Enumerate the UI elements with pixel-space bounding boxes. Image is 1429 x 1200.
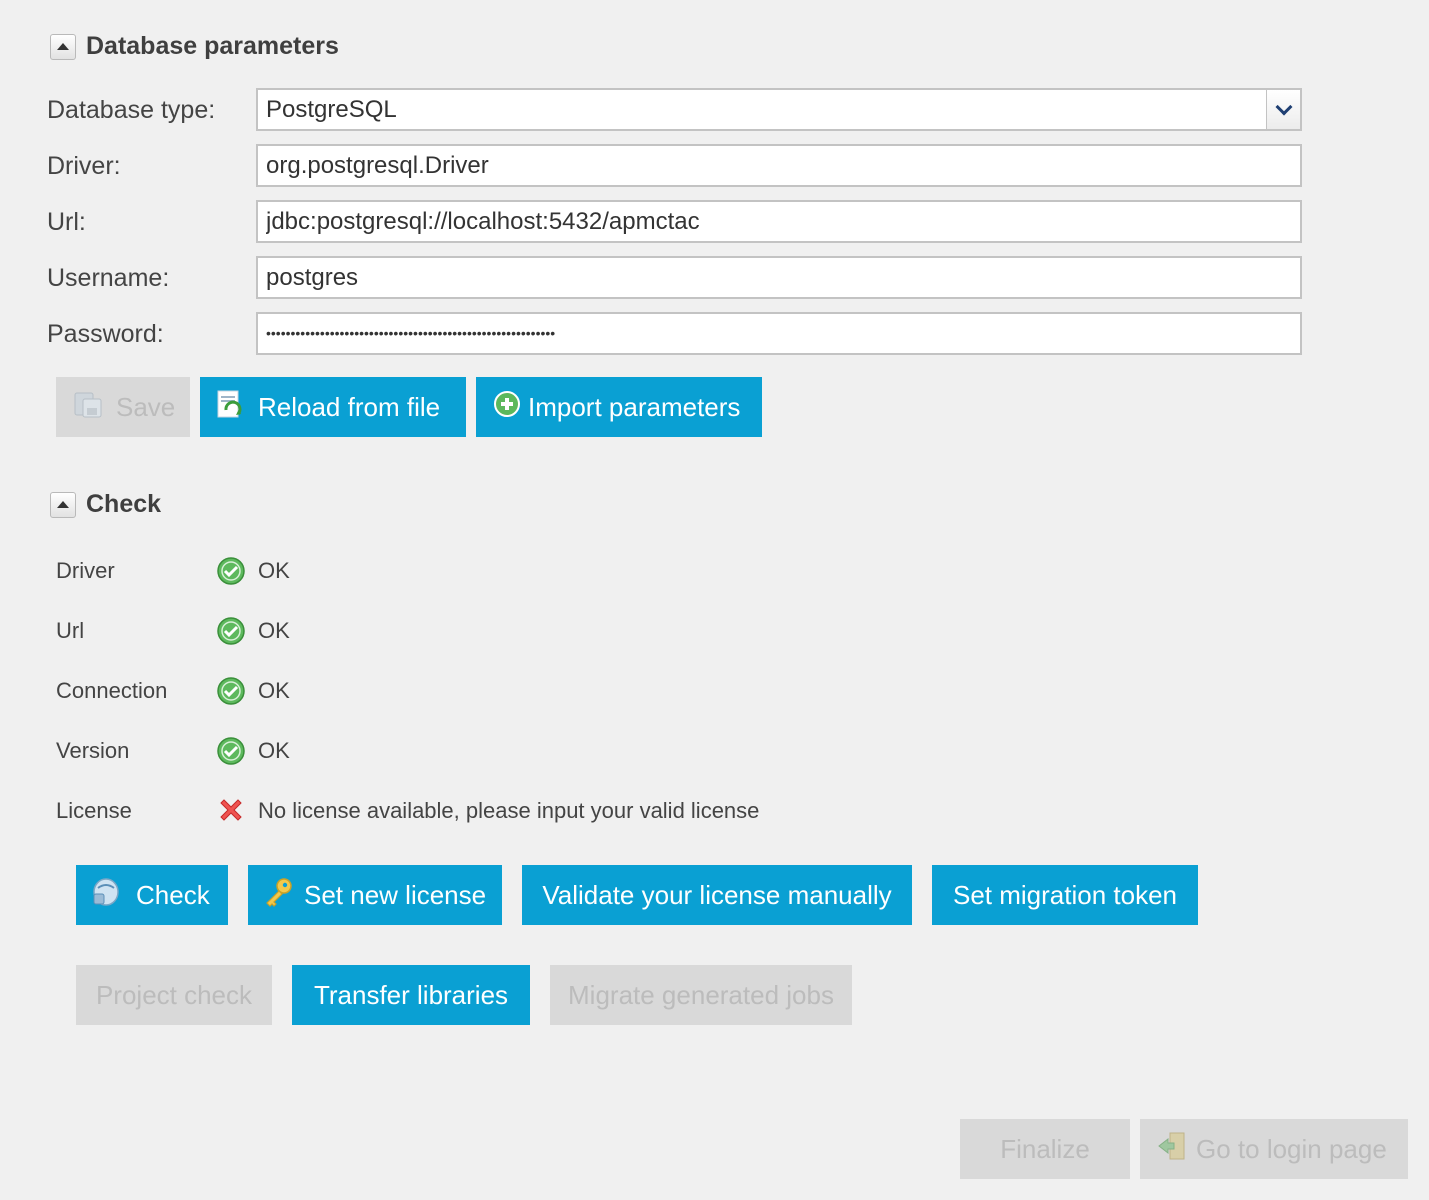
check-row-version-label: Version [56,738,130,763]
username-label: Username: [47,264,170,292]
check-row-driver-label: Driver [56,558,115,583]
driver-label: Driver: [47,152,121,180]
migration-token-button-label: Set migration token [952,879,1177,910]
save-button-label: Save [116,391,176,422]
check-row-driver-status: OK [216,556,290,586]
url-input[interactable] [256,200,1302,243]
finalize-button-label: Finalize [1000,1133,1090,1164]
check-button-label: Check [136,879,210,910]
password-label: Password: [47,320,164,348]
finalize-button[interactable]: Finalize [960,1119,1130,1179]
database-section-title: Database parameters [86,32,339,60]
check-row-license-label: License [56,798,132,823]
check-button[interactable]: Check [76,865,228,925]
check-row-connection-status: OK [216,676,290,706]
add-circle-icon [492,389,522,426]
save-button[interactable]: Save [56,377,190,437]
migrate-generated-jobs-button[interactable]: Migrate generated jobs [550,965,852,1025]
transfer-libraries-button[interactable]: Transfer libraries [292,965,530,1025]
collapse-check-button[interactable] [50,491,76,518]
check-db-icon [90,876,122,915]
password-input[interactable]: ••••••••••••••••••••••••••••••••••••••••… [256,312,1302,355]
import-button-label: Import parameters [528,391,741,422]
reload-from-file-button[interactable]: Reload from file [200,377,466,437]
check-circle-icon [217,557,245,585]
key-icon [262,876,294,915]
database-type-label: Database type: [47,96,216,124]
check-row-version-text: OK [258,738,290,763]
check-row-url-text: OK [258,618,290,643]
database-parameters-header: Database parameters [50,32,339,61]
database-type-value: PostgreSQL [266,96,397,123]
login-door-icon [1156,1130,1188,1169]
set-license-button-label: Set new license [304,879,487,910]
go-to-login-page-button[interactable]: Go to login page [1140,1119,1408,1179]
collapse-database-button[interactable] [50,33,76,60]
transfer-libraries-button-label: Transfer libraries [313,979,509,1010]
driver-input[interactable] [256,144,1302,187]
dropdown-button[interactable] [1266,90,1300,129]
collapse-up-icon [57,501,69,508]
check-row-license-status: No license available, please input your … [216,796,759,826]
set-migration-token-button[interactable]: Set migration token [932,865,1198,925]
check-row-connection-text: OK [258,678,290,703]
check-circle-icon [217,677,245,705]
project-check-button[interactable]: Project check [76,965,272,1025]
validate-button-label: Validate your license manually [542,879,892,910]
check-row-license-text: No license available, please input your … [258,798,760,823]
project-check-button-label: Project check [95,979,253,1010]
check-header: Check [50,490,161,519]
reload-button-label: Reload from file [258,391,441,422]
migrate-jobs-button-label: Migrate generated jobs [568,979,834,1010]
login-button-label: Go to login page [1196,1133,1387,1164]
check-circle-icon [217,737,245,765]
validate-license-button[interactable]: Validate your license manually [522,865,912,925]
reload-file-icon [214,388,246,427]
check-row-driver-text: OK [258,558,290,583]
url-label: Url: [47,208,86,236]
check-section-title: Check [86,490,162,518]
check-row-url-label: Url [56,618,85,643]
check-circle-icon [217,617,245,645]
save-icon [72,388,104,427]
set-new-license-button[interactable]: Set new license [248,865,502,925]
check-row-url-status: OK [216,616,290,646]
collapse-up-icon [57,43,69,50]
chevron-down-icon [1275,98,1292,115]
error-x-icon [220,799,242,821]
database-type-select[interactable]: PostgreSQL [256,88,1302,131]
import-parameters-button[interactable]: Import parameters [476,377,762,437]
check-row-connection-label: Connection [56,678,168,703]
username-input[interactable] [256,256,1302,299]
check-row-version-status: OK [216,736,290,766]
